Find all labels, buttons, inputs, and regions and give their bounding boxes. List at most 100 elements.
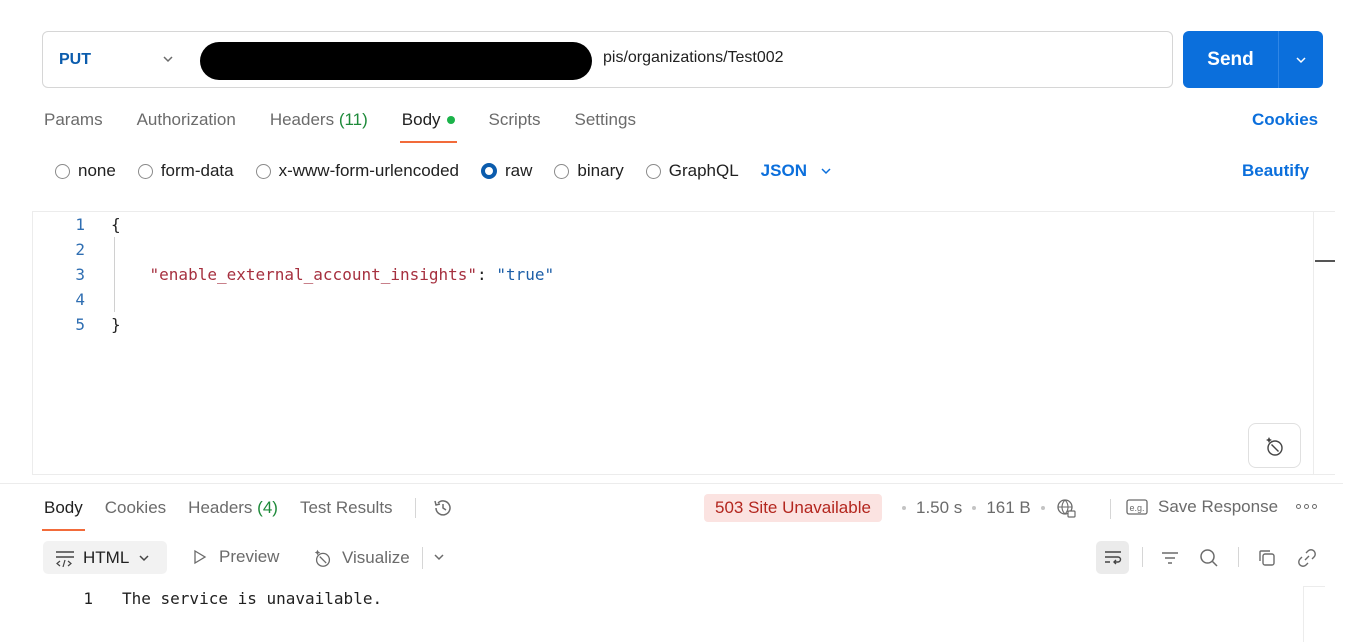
request-tabs: Params Authorization Headers (11) Body S… xyxy=(44,110,670,143)
radio-urlencoded[interactable]: x-www-form-urlencoded xyxy=(255,161,459,181)
json-key: "enable_external_account_insights" xyxy=(149,265,478,284)
visualize-label: Visualize xyxy=(342,548,410,567)
tab-body-label: Body xyxy=(401,110,441,129)
radio-graphql[interactable]: GraphQL xyxy=(645,161,739,181)
response-tab-body[interactable]: Body xyxy=(42,498,85,531)
editor-line: 2 xyxy=(33,237,111,262)
response-tab-test-results[interactable]: Test Results xyxy=(300,498,393,518)
response-format-label: HTML xyxy=(83,547,130,567)
line-number: 5 xyxy=(75,315,85,334)
tab-separator xyxy=(414,498,416,518)
response-size[interactable]: 161 B xyxy=(986,498,1030,518)
editor-line: 5 } xyxy=(33,312,121,337)
link-icon xyxy=(1297,548,1316,567)
tab-scripts[interactable]: Scripts xyxy=(489,110,541,130)
radio-circle-selected xyxy=(481,163,498,179)
response-body-line: 1 The service is unavailable. xyxy=(0,587,382,611)
radio-circle xyxy=(645,163,661,179)
bullet xyxy=(972,506,977,510)
editor-scrollbar[interactable] xyxy=(1313,211,1314,475)
response-tab-cookies[interactable]: Cookies xyxy=(105,498,166,518)
body-indicator-dot xyxy=(446,115,455,124)
request-body-editor[interactable]: 1 { 2 3 "enable_external_account_insight… xyxy=(32,211,1335,475)
url-bar: PUT pis/organizations/Test002 xyxy=(42,31,1173,88)
tab-body[interactable]: Body xyxy=(399,110,457,143)
json-separator: : xyxy=(477,265,497,284)
response-scrollbar[interactable] xyxy=(1303,586,1325,642)
method-select[interactable]: PUT xyxy=(43,32,198,87)
chevron-down-icon xyxy=(139,554,149,561)
more-options-icon[interactable] xyxy=(1296,504,1317,509)
globe-lock-icon[interactable] xyxy=(1055,497,1077,519)
copy-button[interactable] xyxy=(1250,541,1283,574)
panel-divider xyxy=(0,483,1343,484)
json-value: "true" xyxy=(496,265,555,284)
chevron-down-icon[interactable] xyxy=(432,550,446,564)
tab-settings[interactable]: Settings xyxy=(575,110,636,130)
ai-assist-button[interactable] xyxy=(1248,423,1301,468)
editor-line: 3 "enable_external_account_insights": "t… xyxy=(33,262,554,287)
cookies-link[interactable]: Cookies xyxy=(1252,110,1318,130)
example-icon: e.g. xyxy=(1126,499,1148,515)
link-button[interactable] xyxy=(1290,541,1323,574)
search-button[interactable] xyxy=(1192,541,1225,574)
radio-none[interactable]: none xyxy=(55,161,116,181)
editor-line: 1 { xyxy=(33,212,121,237)
send-options-button[interactable] xyxy=(1279,53,1323,67)
bullet xyxy=(902,506,906,510)
response-tab-headers[interactable]: Headers (4) xyxy=(188,498,278,518)
chevron-down-icon xyxy=(821,168,831,175)
meta-separator xyxy=(1110,499,1111,519)
redacted-url-segment xyxy=(200,42,592,80)
sparkle-timer-icon xyxy=(1265,436,1283,456)
language-select[interactable]: JSON xyxy=(761,161,833,181)
radio-circle xyxy=(55,163,70,179)
response-time[interactable]: 1.50 s xyxy=(916,498,962,518)
response-metrics: 1.50 s 161 B xyxy=(902,497,1077,519)
send-button[interactable]: Send xyxy=(1183,49,1278,71)
sparkle-timer-icon xyxy=(314,549,331,567)
status-badge[interactable]: 503 Site Unavailable xyxy=(704,494,882,522)
tab-headers[interactable]: Headers (11) xyxy=(270,110,368,130)
line-number: 3 xyxy=(75,265,85,284)
filter-icon xyxy=(1161,551,1178,564)
response-headers-count: (4) xyxy=(257,498,278,517)
chevron-down-icon xyxy=(163,56,173,63)
scrollbar-marker xyxy=(1315,260,1335,262)
radio-form-data[interactable]: form-data xyxy=(137,161,234,181)
chevron-down-icon xyxy=(1296,56,1306,63)
radio-binary[interactable]: binary xyxy=(554,161,624,181)
radio-circle xyxy=(554,163,570,179)
response-tabs: Body Cookies Headers (4) Test Results xyxy=(42,497,454,531)
url-input[interactable]: pis/organizations/Test002 xyxy=(603,49,784,67)
indent-guide xyxy=(114,237,115,312)
toolbar-separator xyxy=(1142,547,1143,567)
radio-label: binary xyxy=(577,161,624,180)
radio-label: raw xyxy=(505,161,533,180)
response-format-select[interactable]: HTML xyxy=(43,541,167,574)
visualize-button[interactable]: Visualize xyxy=(312,547,410,569)
save-response-button[interactable]: e.g. Save Response xyxy=(1126,497,1278,517)
history-icon[interactable] xyxy=(432,497,454,519)
line-code: { xyxy=(111,215,121,234)
preview-button[interactable]: Preview xyxy=(193,547,279,567)
radio-label: form-data xyxy=(160,161,234,180)
radio-circle xyxy=(255,163,271,179)
tab-params[interactable]: Params xyxy=(44,110,103,130)
line-number: 4 xyxy=(75,290,85,309)
play-icon xyxy=(194,549,207,565)
line-code: } xyxy=(111,315,121,334)
search-icon xyxy=(1199,548,1218,567)
radio-circle xyxy=(137,163,153,179)
svg-text:e.g.: e.g. xyxy=(1129,503,1144,513)
response-tab-headers-label: Headers xyxy=(188,498,253,517)
radio-label: none xyxy=(78,161,116,180)
beautify-button[interactable]: Beautify xyxy=(1242,161,1309,181)
preview-label: Preview xyxy=(219,547,280,566)
save-response-label: Save Response xyxy=(1158,497,1279,516)
filter-button[interactable] xyxy=(1153,541,1186,574)
tab-authorization[interactable]: Authorization xyxy=(137,110,236,130)
radio-raw[interactable]: raw xyxy=(481,161,532,181)
line-code: "enable_external_account_insights": "tru… xyxy=(111,262,555,287)
wrap-lines-button[interactable] xyxy=(1096,541,1129,574)
